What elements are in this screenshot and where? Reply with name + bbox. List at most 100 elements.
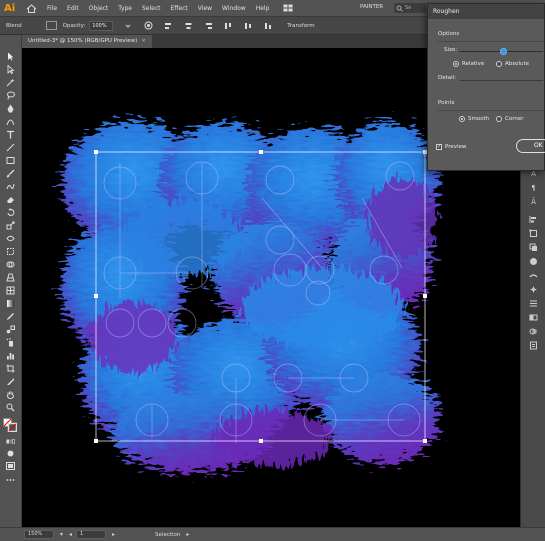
previous-artboard-icon[interactable]: ◂ <box>69 531 72 538</box>
rectangle-tool-icon[interactable] <box>5 155 16 165</box>
blend-tool-icon[interactable] <box>5 324 16 334</box>
menu-effect[interactable]: Effect <box>171 5 188 12</box>
menu-help[interactable]: Help <box>256 5 270 12</box>
screen-mode-icon[interactable] <box>5 461 16 471</box>
color-mode-icon[interactable] <box>5 436 16 446</box>
ok-button[interactable]: OK <box>516 139 545 153</box>
align-panel-icon[interactable] <box>529 215 538 224</box>
color-guide-panel-icon[interactable] <box>529 257 538 266</box>
align-middle-icon[interactable] <box>243 21 253 30</box>
menu-type[interactable]: Type <box>118 5 132 12</box>
menu-window[interactable]: Window <box>222 5 246 12</box>
workspace-grid-icon[interactable] <box>283 4 293 12</box>
width-tool-icon[interactable] <box>5 233 16 243</box>
hand-tool-icon[interactable] <box>5 389 16 399</box>
document-tab[interactable]: Untitled-3* @ 150% (RGB/GPU Preview) × <box>22 35 152 48</box>
align-top-icon[interactable] <box>223 21 233 30</box>
absolute-label: Absolute <box>505 61 530 67</box>
brushes-panel-icon[interactable] <box>529 271 538 280</box>
artboard-number-field[interactable]: 1 <box>76 530 107 539</box>
direct-selection-tool-icon[interactable] <box>5 64 16 74</box>
align-center-icon[interactable] <box>183 21 193 30</box>
relative-radio[interactable] <box>453 61 459 67</box>
opacity-dropdown-icon[interactable] <box>123 21 133 30</box>
selection-tool-icon[interactable] <box>5 51 16 61</box>
curvature-tool-icon[interactable] <box>5 116 16 126</box>
eyedropper-tool-icon[interactable] <box>5 311 16 321</box>
gradient-panel-icon[interactable] <box>529 313 538 322</box>
mesh-tool-icon[interactable] <box>5 285 16 295</box>
points-section-label: Points <box>438 100 455 106</box>
handle-middle-left[interactable] <box>94 294 98 298</box>
paintbrush-tool-icon[interactable] <box>5 168 16 178</box>
opentype-panel-icon[interactable]: Ā <box>529 197 538 206</box>
detail-label: Detail: <box>438 75 457 81</box>
size-label: Size: <box>444 47 458 53</box>
eraser-tool-icon[interactable] <box>5 194 16 204</box>
gradient-tool-icon[interactable] <box>5 298 16 308</box>
handle-middle-right[interactable] <box>423 294 427 298</box>
pen-tool-icon[interactable] <box>5 103 16 113</box>
rotate-tool-icon[interactable] <box>5 207 16 217</box>
shaper-tool-icon[interactable] <box>5 181 16 191</box>
symbol-sprayer-tool-icon[interactable] <box>5 337 16 347</box>
detail-slider-track[interactable] <box>460 80 543 81</box>
menu-edit[interactable]: Edit <box>67 5 79 12</box>
size-slider-knob[interactable] <box>500 48 507 55</box>
perspective-grid-tool-icon[interactable] <box>5 272 16 282</box>
recolor-icon[interactable] <box>143 21 153 30</box>
handle-bottom-center[interactable] <box>259 439 263 443</box>
stroke-swatch[interactable] <box>45 21 57 30</box>
close-tab-icon[interactable]: × <box>141 38 146 44</box>
handle-bottom-left[interactable] <box>94 439 98 443</box>
transform-panel-icon[interactable] <box>529 229 538 238</box>
relative-label: Relative <box>462 61 485 67</box>
options-section-label: Options <box>438 31 460 37</box>
corner-radio[interactable] <box>496 116 502 122</box>
appearance-panel-icon[interactable] <box>529 341 538 350</box>
menu-select[interactable]: Select <box>142 5 161 12</box>
column-graph-tool-icon[interactable] <box>5 350 16 360</box>
zoom-level-field[interactable]: 150% <box>24 530 54 539</box>
menu-object[interactable]: Object <box>89 5 109 12</box>
symbols-panel-icon[interactable] <box>529 285 538 294</box>
draw-mode-icon[interactable] <box>5 448 16 458</box>
zoom-tool-icon[interactable] <box>5 402 16 412</box>
home-icon[interactable] <box>26 3 37 13</box>
handle-bottom-right[interactable] <box>423 439 427 443</box>
smooth-radio[interactable] <box>459 116 465 122</box>
transparency-panel-icon[interactable] <box>529 327 538 336</box>
search-field[interactable]: Se <box>394 3 426 13</box>
align-right-icon[interactable] <box>203 21 213 30</box>
menu-view[interactable]: View <box>198 5 212 12</box>
pathfinder-panel-icon[interactable] <box>529 243 538 252</box>
artboard-tool-icon[interactable] <box>5 363 16 373</box>
preview-checkbox[interactable]: ✓ <box>436 144 442 150</box>
slice-tool-icon[interactable] <box>5 376 16 386</box>
line-tool-icon[interactable] <box>5 142 16 152</box>
free-transform-tool-icon[interactable] <box>5 246 16 256</box>
more-tools-icon[interactable] <box>5 475 16 485</box>
magic-wand-tool-icon[interactable] <box>5 77 16 87</box>
zoom-dropdown-icon[interactable]: ▾ <box>60 531 63 538</box>
status-menu-icon[interactable]: ▸ <box>186 531 189 538</box>
type-tool-icon[interactable] <box>5 129 16 139</box>
shape-builder-tool-icon[interactable] <box>5 259 16 269</box>
opacity-input[interactable]: 100% <box>89 20 114 31</box>
align-left-icon[interactable] <box>163 21 173 30</box>
dialog-title[interactable]: Roughen <box>428 4 544 19</box>
fill-stroke-swatches[interactable] <box>3 418 17 432</box>
menu-file[interactable]: File <box>47 5 57 12</box>
corner-label: Corner <box>505 116 524 122</box>
handle-top-left[interactable] <box>94 150 98 154</box>
lasso-tool-icon[interactable] <box>5 90 16 100</box>
handle-top-center[interactable] <box>259 150 263 154</box>
workspace-preset[interactable]: PAINTER <box>360 4 383 10</box>
absolute-radio[interactable] <box>496 61 502 67</box>
align-bottom-icon[interactable] <box>263 21 273 30</box>
transform-link[interactable]: Transform <box>287 23 314 29</box>
scale-tool-icon[interactable] <box>5 220 16 230</box>
next-artboard-icon[interactable]: ▸ <box>112 531 115 538</box>
paragraph-panel-icon[interactable]: ¶ <box>529 183 538 192</box>
stroke-panel-icon[interactable] <box>529 299 538 308</box>
